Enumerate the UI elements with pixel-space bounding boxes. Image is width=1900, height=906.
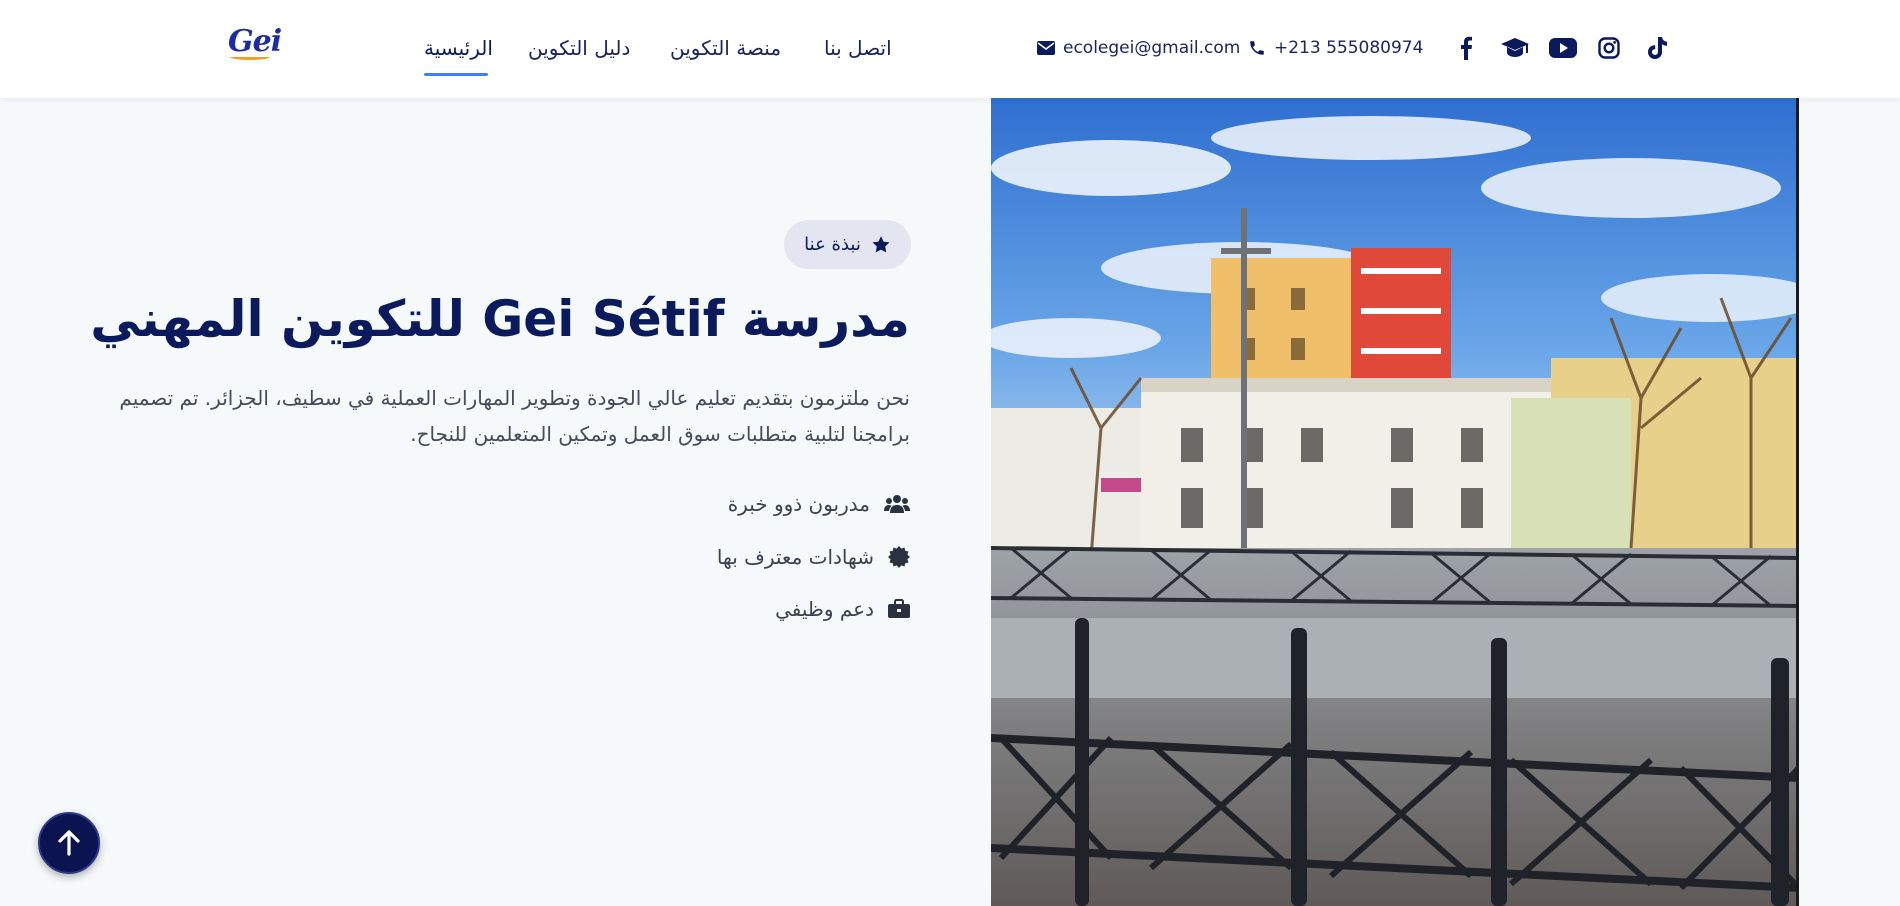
back-to-top-button[interactable]: [38, 812, 100, 874]
feature-trainers-label: مدربون ذوو خبرة: [727, 492, 870, 516]
facebook-icon[interactable]: [1452, 34, 1480, 62]
site-logo[interactable]: Gei: [228, 24, 282, 60]
feature-certificates: شهادات معترف بها: [717, 545, 910, 569]
graduation-cap-icon[interactable]: [1499, 34, 1531, 62]
nav-active-indicator: [424, 73, 488, 76]
feature-career-label: دعم وظيفي: [775, 597, 874, 621]
feature-certificates-label: شهادات معترف بها: [716, 545, 874, 569]
email-link[interactable]: ecolegei@gmail.com: [1037, 38, 1240, 58]
school-building-photo: [991, 98, 1799, 906]
phone-text: +213 555080974: [1274, 38, 1424, 58]
nav-training-platform[interactable]: منصة التكوين: [670, 36, 781, 60]
nav-contact[interactable]: اتصل بنا: [824, 36, 892, 60]
about-badge: نبذة عنا: [784, 220, 911, 269]
feature-trainers: مدربون ذوو خبرة: [728, 492, 910, 516]
certificate-icon: [888, 546, 910, 568]
envelope-icon: [1037, 41, 1055, 55]
users-icon: [884, 495, 910, 513]
youtube-icon[interactable]: [1548, 34, 1578, 62]
site-header: Gei الرئيسية دليل التكوين منصة التكوين ا…: [0, 0, 1900, 98]
tiktok-icon[interactable]: [1643, 34, 1671, 62]
phone-icon: [1250, 41, 1264, 55]
phone-link[interactable]: +213 555080974: [1248, 38, 1423, 58]
instagram-icon[interactable]: [1595, 34, 1623, 62]
feature-career-support: دعم وظيفي: [775, 597, 910, 621]
nav-home[interactable]: الرئيسية: [424, 36, 493, 60]
logo-swoosh: [230, 54, 270, 60]
arrow-up-icon: [58, 830, 80, 856]
email-text: ecolegei@gmail.com: [1063, 38, 1241, 58]
page-title: مدرسة Gei Sétif للتكوين المهني: [90, 290, 910, 348]
nav-training-guide[interactable]: دليل التكوين: [528, 36, 630, 60]
briefcase-icon: [888, 599, 910, 618]
hero-description: نحن ملتزمون بتقديم تعليم عالي الجودة وتط…: [119, 386, 910, 446]
about-badge-label: نبذة عنا: [804, 234, 861, 255]
star-icon: [872, 235, 890, 252]
